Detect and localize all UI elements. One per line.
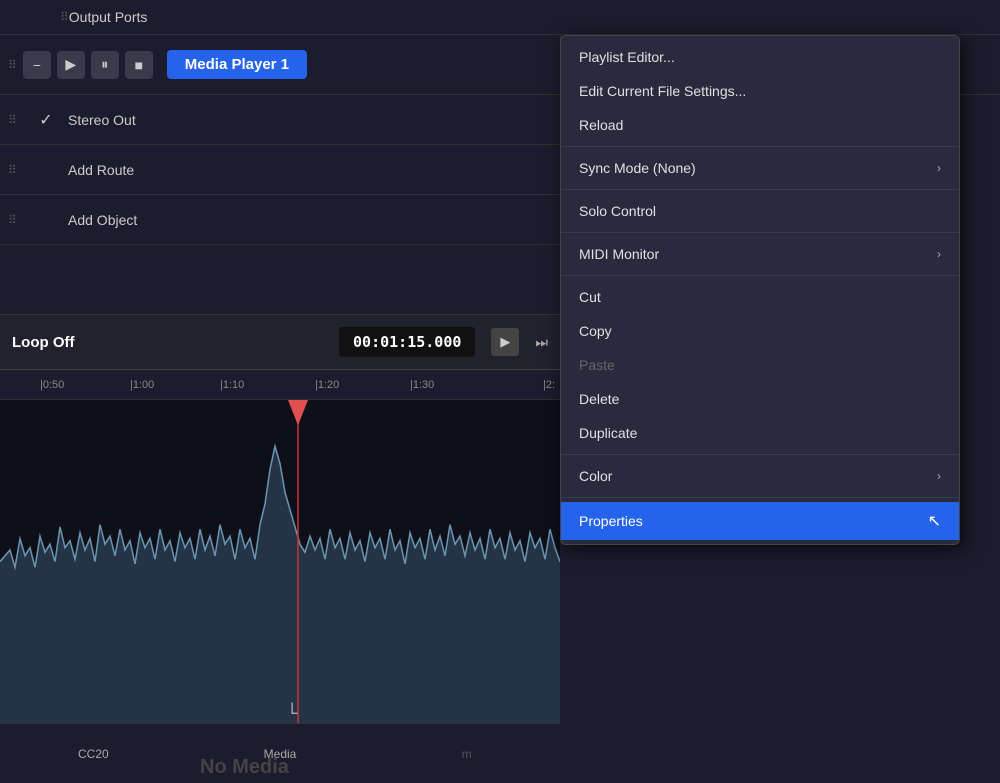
output-ports-label: Output Ports [69, 9, 148, 25]
separator-sep4 [561, 275, 959, 276]
timeline-ruler: |0:50 |1:00 |1:10 |1:20 |1:30 |2: [0, 370, 560, 400]
drag-handle-media: ⠿ [8, 58, 17, 72]
pause-button[interactable]: ⏸ [91, 51, 119, 79]
menu-label-properties: Properties [579, 513, 643, 529]
add-object-label: Add Object [68, 212, 137, 228]
add-route-row[interactable]: ⠿ Add Route [0, 145, 560, 195]
lower-spacer [0, 245, 560, 315]
separator-sep1 [561, 146, 959, 147]
tick-130: |1:30 [410, 379, 434, 391]
separator-sep5 [561, 454, 959, 455]
menu-arrow-color: › [937, 469, 941, 483]
menu-item-edit-current-file[interactable]: Edit Current File Settings... [561, 74, 959, 108]
menu-label-playlist-editor: Playlist Editor... [579, 49, 675, 65]
menu-label-solo-control: Solo Control [579, 203, 656, 219]
menu-label-delete: Delete [579, 391, 619, 407]
controls-row: Loop Off 00:01:15.000 ▶ ⏭ [0, 315, 560, 370]
menu-label-edit-current-file: Edit Current File Settings... [579, 83, 746, 99]
drag-handle-output: ⠿ [60, 10, 69, 24]
stereo-check: ✓ [34, 110, 58, 130]
fast-forward-button[interactable]: ⏭ [535, 334, 548, 351]
minimize-button[interactable]: − [23, 51, 51, 79]
menu-label-reload: Reload [579, 117, 623, 133]
stereo-out-label: Stereo Out [68, 112, 136, 128]
menu-arrow-sync-mode: › [937, 161, 941, 175]
separator-sep6 [561, 497, 959, 498]
loop-label: Loop Off [12, 334, 74, 351]
menu-item-midi-monitor[interactable]: MIDI Monitor › [561, 237, 959, 271]
drag-handle-route: ⠿ [8, 163, 24, 177]
add-object-row[interactable]: ⠿ Add Object [0, 195, 560, 245]
menu-label-copy: Copy [579, 323, 612, 339]
no-media-text: No Media [200, 756, 289, 783]
separator-sep3 [561, 232, 959, 233]
separator-sep2 [561, 189, 959, 190]
menu-label-color: Color [579, 468, 612, 484]
media-player-title: Media Player 1 [167, 50, 307, 79]
drag-handle-stereo: ⠿ [8, 113, 24, 127]
menu-item-color[interactable]: Color › [561, 459, 959, 493]
media-player-bar: ⠿ − ▶ ⏸ ■ Media Player 1 [0, 35, 560, 95]
context-menu: Playlist Editor... Edit Current File Sett… [560, 35, 960, 545]
menu-label-midi-monitor: MIDI Monitor [579, 246, 659, 262]
svg-text:L: L [290, 699, 298, 718]
menu-item-cut[interactable]: Cut [561, 280, 959, 314]
waveform-svg: L [0, 400, 560, 723]
tick-110: |1:10 [220, 379, 244, 391]
menu-item-sync-mode[interactable]: Sync Mode (None) › [561, 151, 959, 185]
stop-button[interactable]: ■ [125, 51, 153, 79]
drag-handle-object: ⠿ [8, 213, 24, 227]
menu-item-paste: Paste [561, 348, 959, 382]
menu-label-paste: Paste [579, 357, 615, 373]
menu-label-cut: Cut [579, 289, 601, 305]
menu-item-properties[interactable]: Properties ↖ [561, 502, 959, 540]
play-button[interactable]: ▶ [57, 51, 85, 79]
add-route-label: Add Route [68, 162, 134, 178]
tick-100: |1:00 [130, 379, 154, 391]
tick-120: |1:20 [315, 379, 339, 391]
time-display: 00:01:15.000 [339, 327, 475, 357]
tick-right: |2: [543, 379, 555, 391]
output-ports-bar: ⠿ Output Ports [0, 0, 1000, 35]
menu-item-reload[interactable]: Reload [561, 108, 959, 142]
tick-050: |0:50 [40, 379, 64, 391]
waveform-area: |0:50 |1:00 |1:10 |1:20 |1:30 |2: L CC20… [0, 370, 560, 783]
stereo-out-row: ⠿ ✓ Stereo Out [0, 95, 560, 145]
menu-item-duplicate[interactable]: Duplicate [561, 416, 959, 450]
menu-label-sync-mode: Sync Mode (None) [579, 160, 696, 176]
menu-item-copy[interactable]: Copy [561, 314, 959, 348]
cursor-icon: ↖ [928, 511, 941, 531]
cc20-label: CC20 [0, 747, 187, 761]
right-bottom-label: m [373, 747, 560, 761]
menu-item-delete[interactable]: Delete [561, 382, 959, 416]
menu-label-duplicate: Duplicate [579, 425, 637, 441]
menu-arrow-midi-monitor: › [937, 247, 941, 261]
menu-item-playlist-editor[interactable]: Playlist Editor... [561, 40, 959, 74]
play-control-button[interactable]: ▶ [491, 328, 519, 356]
menu-item-solo-control[interactable]: Solo Control [561, 194, 959, 228]
